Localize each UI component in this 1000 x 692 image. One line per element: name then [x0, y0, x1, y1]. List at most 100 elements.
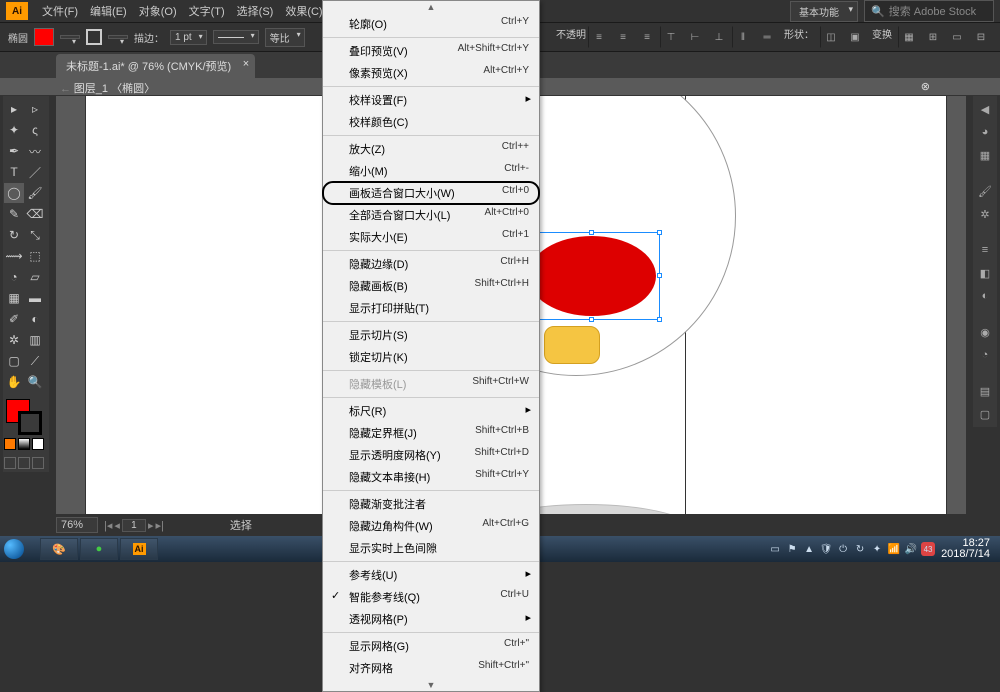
stroke-color-swatch[interactable] [18, 411, 42, 435]
artboards-panel-icon[interactable]: ▢ [975, 404, 995, 424]
setup-icon[interactable]: ▭ [946, 26, 968, 48]
handle-e[interactable] [657, 273, 662, 278]
menu-pixel-preview[interactable]: 像素预览(X)Alt+Ctrl+Y [323, 62, 539, 84]
align-center-icon[interactable]: ≡ [612, 26, 634, 48]
mesh-tool-icon[interactable]: ▦ [4, 288, 24, 308]
menu-edit[interactable]: 编辑(E) [84, 0, 133, 22]
menu-outline[interactable]: 轮廓(O)Ctrl+Y [323, 13, 539, 35]
stroke-panel-icon[interactable]: ≡ [975, 240, 995, 260]
shape-builder-tool-icon[interactable]: ◔ [4, 267, 24, 287]
align-top-icon[interactable]: ⊤ [660, 26, 682, 48]
color-mode-icon[interactable] [4, 438, 16, 450]
menu-hide-edges[interactable]: 隐藏边缘(D)Ctrl+H [323, 253, 539, 275]
menu-hide-corner-widget[interactable]: 隐藏边角构件(W)Alt+Ctrl+G [323, 515, 539, 537]
transform-label[interactable]: 变换 [872, 26, 892, 48]
draw-inside-icon[interactable] [32, 457, 44, 469]
menu-hide-artboards[interactable]: 隐藏画板(B)Shift+Ctrl+H [323, 275, 539, 297]
distribute-h-icon[interactable]: ‖ [732, 26, 754, 48]
symbols-panel-icon[interactable]: ✲ [975, 204, 995, 224]
color-panel-icon[interactable]: ◕ [975, 122, 995, 142]
menu-proof-colors[interactable]: 校样颜色(C) [323, 111, 539, 133]
direct-selection-tool-icon[interactable]: ▹ [25, 99, 45, 119]
type-tool-icon[interactable]: T [4, 162, 24, 182]
menu-show-transparency-grid[interactable]: 显示透明度网格(Y)Shift+Ctrl+D [323, 444, 539, 466]
menu-guides[interactable]: 参考线(U) [323, 564, 539, 586]
align-bottom-icon[interactable]: ⊥ [708, 26, 730, 48]
align-middle-icon[interactable]: ⊢ [684, 26, 706, 48]
free-transform-tool-icon[interactable]: ⬚ [25, 246, 45, 266]
distribute-v-icon[interactable]: ═ [756, 26, 778, 48]
rectangle-tool-icon[interactable]: ◯ [4, 183, 24, 203]
scale-tool-icon[interactable]: ⤡ [25, 225, 45, 245]
artboard-nav[interactable]: |◂◂▸▸| [104, 519, 164, 532]
artboard-page-field[interactable] [122, 519, 146, 532]
eraser-tool-icon[interactable]: ⌫ [25, 204, 45, 224]
menu-zoom-in[interactable]: 放大(Z)Ctrl++ [323, 138, 539, 160]
draw-behind-icon[interactable] [18, 457, 30, 469]
selection-bounding-box[interactable] [524, 232, 660, 320]
document-tab[interactable]: 未标题-1.ai* @ 76% (CMYK/预览)× [56, 54, 255, 78]
eyedropper-tool-icon[interactable]: ✐ [4, 309, 24, 329]
menu-hide-text-threads[interactable]: 隐藏文本串接(H)Shift+Ctrl+Y [323, 466, 539, 488]
stroke-style-dropdown[interactable] [213, 30, 259, 44]
align-left-icon[interactable]: ≡ [588, 26, 610, 48]
menu-object[interactable]: 对象(O) [133, 0, 183, 22]
start-button[interactable] [4, 537, 38, 561]
perspective-tool-icon[interactable]: ▱ [25, 267, 45, 287]
menu-actual-size[interactable]: 实际大小(E)Ctrl+1 [323, 226, 539, 248]
snap-icon[interactable]: ⊞ [922, 26, 944, 48]
graph-tool-icon[interactable]: ▥ [25, 330, 45, 350]
breadcrumb[interactable]: 图层_1 〈椭圆〉 [74, 83, 155, 95]
zoom-tool-icon[interactable]: 🔍 [25, 372, 45, 392]
curvature-tool-icon[interactable]: 〰 [25, 141, 45, 161]
breadcrumb-close-icon[interactable]: ⊗ [921, 80, 930, 93]
panel-expand-icon[interactable]: ◀ [975, 99, 995, 119]
layers-panel-icon[interactable]: ▤ [975, 381, 995, 401]
handle-ne[interactable] [657, 230, 662, 235]
tray-power-icon[interactable]: ⏻ [836, 542, 850, 556]
menu-snap-to-grid[interactable]: 对齐网格Shift+Ctrl+" [323, 657, 539, 679]
menu-hide-bbox[interactable]: 隐藏定界框(J)Shift+Ctrl+B [323, 422, 539, 444]
menu-file[interactable]: 文件(F) [36, 0, 84, 22]
tray-battery-icon[interactable]: ▭ [768, 542, 782, 556]
gradient-tool-icon[interactable]: ▬ [25, 288, 45, 308]
transparency-panel-icon[interactable]: ◐ [975, 286, 995, 306]
line-tool-icon[interactable]: ／ [25, 162, 45, 182]
tray-flag-icon[interactable]: ⚑ [785, 542, 799, 556]
stock-search-input[interactable]: 🔍搜索 Adobe Stock [864, 0, 994, 22]
tray-antivirus-icon[interactable]: ✦ [870, 542, 884, 556]
stroke-dropdown[interactable] [108, 35, 128, 39]
selection-tool-icon[interactable]: ▸ [4, 99, 24, 119]
none-mode-icon[interactable] [32, 438, 44, 450]
lasso-tool-icon[interactable]: ς [25, 120, 45, 140]
stroke-weight-field[interactable]: 1 pt [170, 30, 207, 45]
tray-notif-icon[interactable]: 43 [921, 542, 935, 556]
brushes-panel-icon[interactable]: 🖌 [975, 181, 995, 201]
menu-hide-gradient-annotator[interactable]: 隐藏渐变批注者 [323, 493, 539, 515]
swatches-panel-icon[interactable]: ▦ [975, 145, 995, 165]
menu-scroll-up-icon[interactable]: ▲ [323, 1, 539, 13]
menu-smart-guides[interactable]: 智能参考线(Q)Ctrl+U [323, 586, 539, 608]
menu-scroll-down-icon[interactable]: ▼ [323, 679, 539, 691]
gradient-mode-icon[interactable] [18, 438, 30, 450]
handle-n[interactable] [589, 230, 594, 235]
taskbar-app-1[interactable]: 🎨 [40, 538, 78, 560]
taskbar-clock[interactable]: 18:27 2018/7/14 [941, 538, 996, 560]
menu-perspective-grid[interactable]: 透视网格(P) [323, 608, 539, 630]
pathfinder-icon[interactable]: ◫ [820, 26, 842, 48]
handle-s[interactable] [589, 317, 594, 322]
align-right-icon[interactable]: ≡ [636, 26, 658, 48]
width-tool-icon[interactable]: ⟿ [4, 246, 24, 266]
tray-sync-icon[interactable]: ↻ [853, 542, 867, 556]
isolate-icon[interactable]: ▣ [844, 26, 866, 48]
menu-show-slices[interactable]: 显示切片(S) [323, 324, 539, 346]
grid-icon[interactable]: ▦ [898, 26, 920, 48]
paintbrush-tool-icon[interactable]: 🖌 [25, 183, 45, 203]
menu-show-print-tiling[interactable]: 显示打印拼贴(T) [323, 297, 539, 319]
tray-signal-icon[interactable]: 📶 [887, 542, 901, 556]
menu-fit-all[interactable]: 全部适合窗口大小(L)Alt+Ctrl+0 [323, 204, 539, 226]
menu-rulers[interactable]: 标尺(R) [323, 400, 539, 422]
stroke-swatch[interactable] [86, 29, 102, 45]
artboard-tool-icon[interactable]: ▢ [4, 351, 24, 371]
workspace-switcher[interactable]: 基本功能 [790, 1, 858, 22]
